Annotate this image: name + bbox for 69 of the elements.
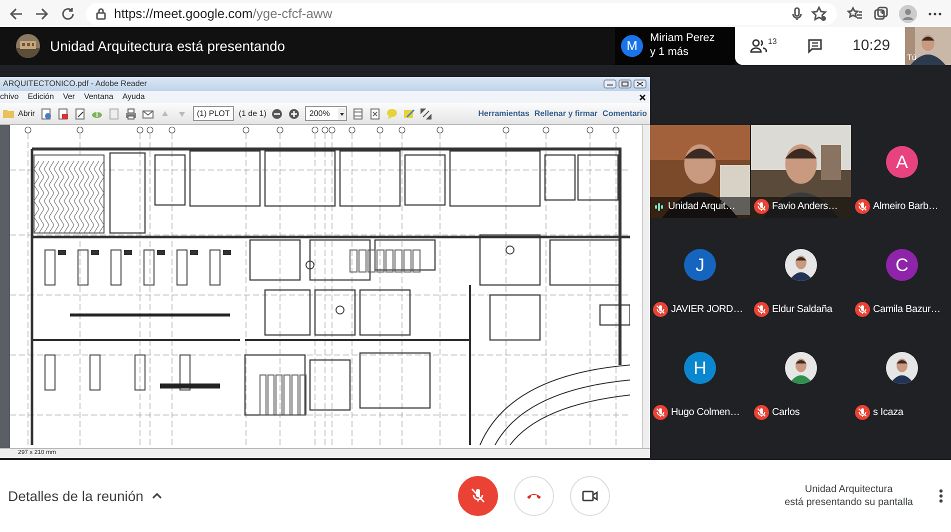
participant-name: s Icaza (873, 406, 904, 420)
zoom-out-icon[interactable] (271, 108, 284, 120)
back-icon[interactable] (8, 6, 24, 22)
page-field[interactable]: (1) PLOT (192, 106, 234, 121)
menu-item[interactable]: Edición (28, 91, 54, 103)
folder-icon (3, 109, 14, 118)
presenter-text: Unidad Arquitectura está presentando (50, 36, 286, 56)
avatar: M (621, 35, 643, 57)
reload-icon[interactable] (60, 6, 76, 22)
participant-name: Carlos (772, 406, 800, 420)
clock-time: 10:29 (852, 36, 890, 56)
more-options-icon[interactable] (939, 488, 943, 504)
dropdown-icon (338, 108, 346, 120)
lock-icon (96, 8, 106, 20)
participant-name: JAVIER JORD… (671, 303, 743, 317)
menu-item[interactable]: Ventana (84, 91, 114, 103)
people-icon (750, 38, 768, 54)
print-icon[interactable] (124, 108, 137, 120)
close-icon[interactable] (639, 94, 646, 100)
participant-name: Favio Anders… (772, 200, 838, 214)
mail-icon[interactable] (142, 108, 154, 120)
participant-name: Hugo Colmen… (671, 406, 740, 420)
fit-page-icon[interactable] (352, 108, 364, 120)
pdf-icon[interactable] (56, 108, 69, 120)
page-count: (1 de 1) (238, 108, 266, 120)
participant-name: Eldur Saldaña (772, 303, 832, 317)
window-title: ARQUITECTONICO.pdf - Adobe Reader (3, 78, 147, 90)
mic-off-icon (470, 488, 485, 504)
star-plus-icon[interactable] (811, 6, 827, 22)
open-button[interactable]: Abrir (3, 108, 35, 120)
expand-icon[interactable] (420, 108, 432, 120)
url-text: https://meet.google.com/yge-cfcf-aww (114, 4, 332, 23)
chat-button[interactable] (806, 38, 823, 54)
zoom-in-icon[interactable] (288, 108, 300, 120)
avatar: C (886, 249, 918, 281)
panel-tab[interactable]: Comentario (602, 108, 647, 120)
pinned-more: y 1 más (650, 46, 690, 60)
chat-icon (806, 38, 823, 54)
pinned-name: Miriam Perez (650, 32, 715, 46)
menu-item[interactable]: Ver (62, 91, 75, 103)
forward-icon[interactable] (34, 6, 50, 22)
scrollbar[interactable] (642, 125, 650, 448)
participant-name: Almeiro Barb… (873, 200, 938, 214)
favorites-icon[interactable] (847, 6, 863, 22)
camera-button[interactable] (570, 476, 610, 516)
window-controls-drawing (603, 79, 647, 89)
meeting-details-button[interactable]: Detalles de la reunión (8, 486, 164, 506)
participants-button[interactable]: 13 (750, 38, 777, 54)
avatar: J (684, 249, 716, 281)
avatar: A (886, 146, 918, 178)
menu-item[interactable]: Ayuda (122, 91, 145, 103)
microphone-icon[interactable] (791, 6, 803, 20)
collections-icon[interactable] (873, 6, 889, 22)
address-bar[interactable]: https://meet.google.com/yge-cfcf-aww (86, 2, 837, 24)
microphone-button[interactable] (458, 476, 498, 516)
self-label: Tú (907, 52, 916, 64)
participant-name: Camila Bazur… (873, 303, 940, 317)
panel-tab[interactable]: Rellenar y firmar (534, 108, 598, 120)
edit-icon[interactable] (74, 108, 86, 120)
presenting-note: Unidad Arquitectura está presentando su pantalla (784, 483, 913, 509)
profile-icon[interactable] (899, 4, 917, 22)
participant-name: Unidad Arquit… (668, 200, 736, 214)
menu-item[interactable]: chivo (0, 91, 19, 103)
zoom-field[interactable]: 200% (305, 106, 347, 121)
sign-icon[interactable] (402, 108, 415, 120)
hang-up-icon (526, 492, 542, 500)
video-camera-icon (582, 490, 598, 502)
avatar: H (684, 352, 716, 384)
panel-tab[interactable]: Herramientas (478, 108, 530, 120)
